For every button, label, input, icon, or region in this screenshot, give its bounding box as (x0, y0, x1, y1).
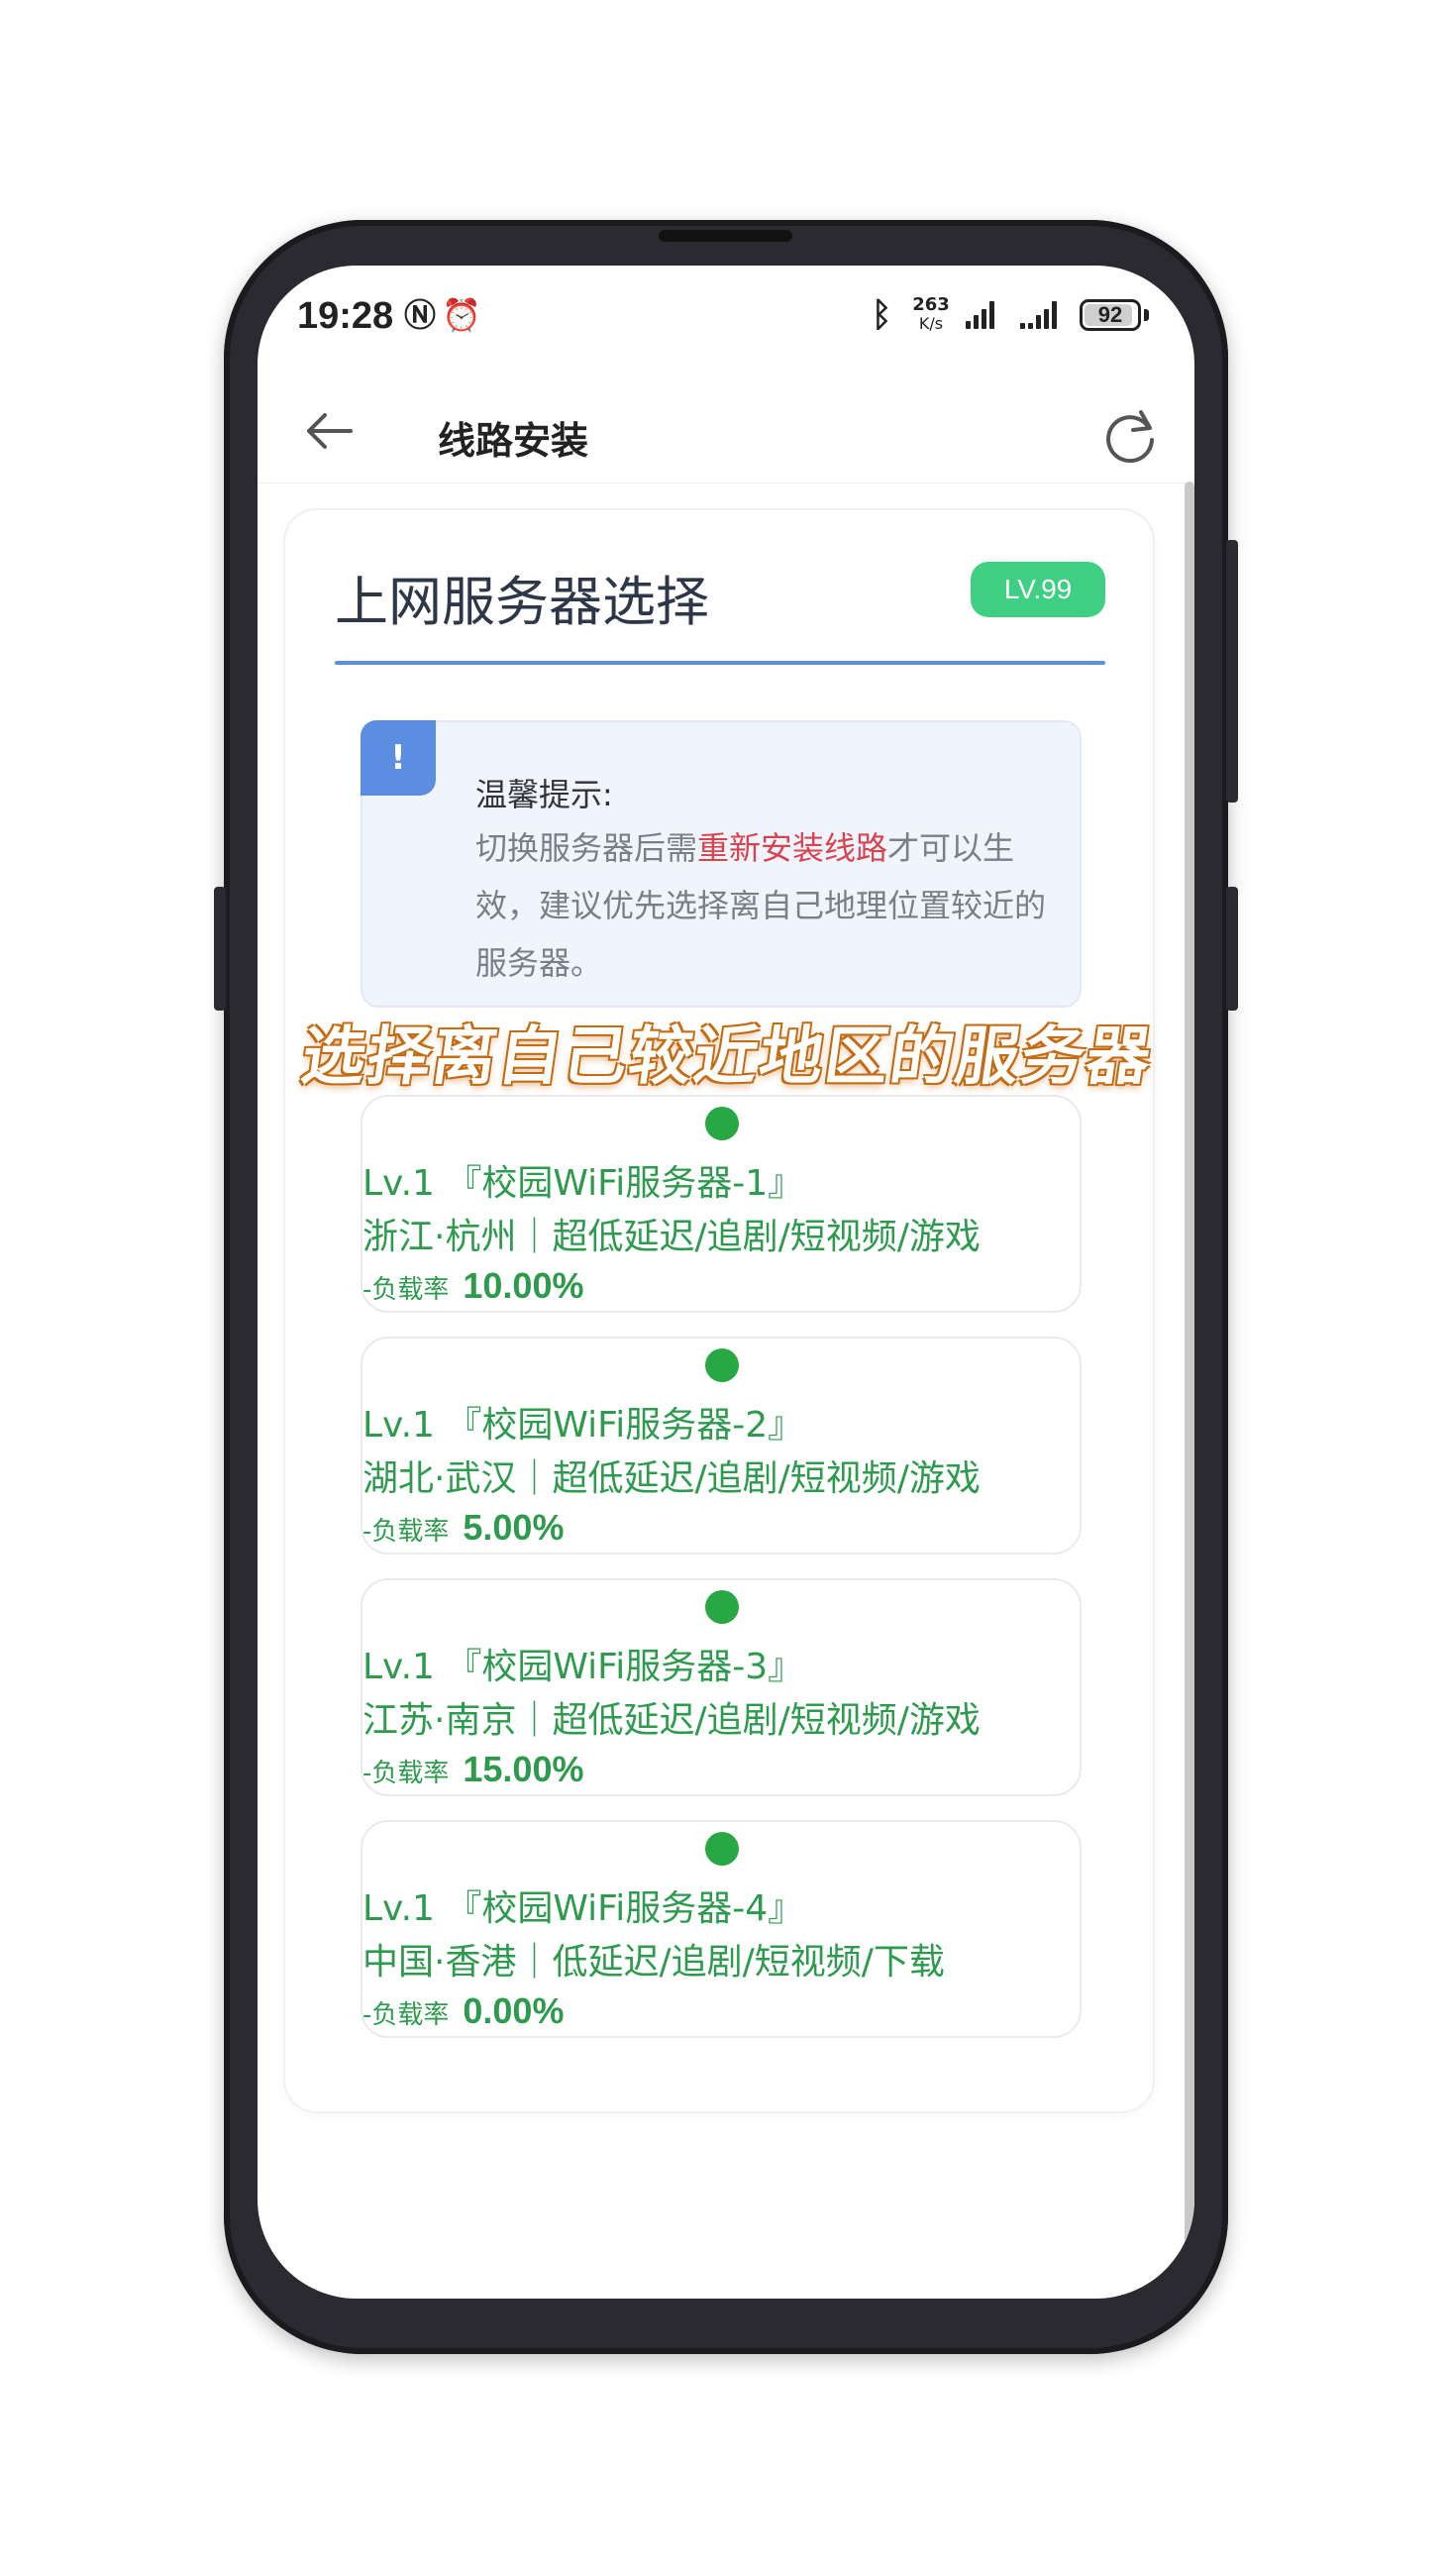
tip-title: 温馨提示: (475, 776, 613, 813)
server-name: Lv.1 『校园WiFi服务器-2』 (362, 1405, 804, 1446)
phone-volume-button (1226, 540, 1238, 803)
network-speed-value: 263 (912, 294, 950, 315)
status-bar: 19:28 Ⓝ ⏰ ᛒ 263 K/s 92 (258, 266, 1194, 375)
back-arrow-icon[interactable] (299, 406, 359, 456)
phone-power-button (1226, 887, 1238, 1011)
server-list: Lv.1 『校园WiFi服务器-1』 浙江·杭州｜超低延迟/追剧/短视频/游戏 … (361, 1095, 1082, 2062)
server-description: 湖北·武汉｜超低延迟/追剧/短视频/游戏 (362, 1458, 981, 1499)
caption-text: 选择离自己较近地区的服务器 (296, 1020, 1158, 1094)
app-bar: 线路安装 (258, 375, 1194, 483)
server-name: Lv.1 『校园WiFi服务器-1』 (362, 1163, 804, 1204)
server-selection-card: 上网服务器选择 LV.99 ! 温馨提示: 切换服务器后需重新安装线路才可以生效… (283, 508, 1155, 2113)
scrollbar[interactable] (1185, 482, 1194, 2245)
load-value: 10.00% (463, 1265, 584, 1306)
load-label: -负载率 (362, 1517, 450, 1547)
level-badge: LV.99 (971, 562, 1105, 617)
load-value: 15.00% (463, 1749, 584, 1789)
title-divider (335, 661, 1105, 665)
battery-icon: 92 (1080, 299, 1141, 331)
load-label: -负载率 (362, 2000, 450, 2030)
server-description: 江苏·南京｜超低延迟/追剧/短视频/游戏 (362, 1700, 981, 1741)
battery-level: 92 (1097, 302, 1123, 327)
server-description: 浙江·杭州｜超低延迟/追剧/短视频/游戏 (362, 1217, 981, 1257)
exclamation-icon: ! (361, 720, 436, 796)
network-speed-unit: K/s (918, 314, 944, 333)
bluetooth-icon: ᛒ (872, 295, 892, 335)
server-option-2[interactable]: Lv.1 『校园WiFi服务器-2』 湖北·武汉｜超低延迟/追剧/短视频/游戏 … (361, 1337, 1082, 1555)
tip-body-before: 切换服务器后需 (475, 829, 698, 867)
status-dot-icon (705, 1348, 739, 1382)
refresh-icon[interactable] (1099, 406, 1161, 468)
tip-body: 切换服务器后需重新安装线路才可以生效，建议优先选择离自己地理位置较近的服务器。 (475, 819, 1060, 992)
load-value: 5.00% (463, 1507, 565, 1548)
tip-body-highlight: 重新安装线路 (697, 829, 888, 867)
server-load: -负载率 0.00% (362, 1990, 564, 2032)
nfc-icon: Ⓝ (404, 296, 437, 334)
server-load: -负载率 15.00% (362, 1749, 584, 1790)
server-option-4[interactable]: Lv.1 『校园WiFi服务器-4』 中国·香港｜低延迟/追剧/短视频/下载 -… (361, 1820, 1082, 2038)
status-dot-icon (705, 1107, 739, 1140)
battery-tip (1144, 309, 1149, 321)
status-dot-icon (705, 1832, 739, 1866)
server-option-1[interactable]: Lv.1 『校园WiFi服务器-1』 浙江·杭州｜超低延迟/追剧/短视频/游戏 … (361, 1095, 1082, 1313)
server-load: -负载率 10.00% (362, 1265, 584, 1307)
status-dot-icon (705, 1590, 739, 1624)
network-speed: 263 K/s (911, 295, 951, 333)
alarm-icon: ⏰ (442, 296, 481, 334)
server-name: Lv.1 『校园WiFi服务器-3』 (362, 1647, 804, 1687)
status-time: 19:28 (297, 295, 394, 337)
server-name: Lv.1 『校园WiFi服务器-4』 (362, 1888, 804, 1929)
load-value: 0.00% (463, 1990, 565, 2031)
load-label: -负载率 (362, 1275, 450, 1305)
signal-icon-secondary (1020, 301, 1057, 329)
server-option-3[interactable]: Lv.1 『校园WiFi服务器-3』 江苏·南京｜超低延迟/追剧/短视频/游戏 … (361, 1578, 1082, 1796)
phone-earpiece (659, 230, 792, 242)
server-description: 中国·香港｜低延迟/追剧/短视频/下载 (362, 1942, 945, 1983)
server-load: -负载率 5.00% (362, 1507, 564, 1549)
load-label: -负载率 (362, 1759, 450, 1788)
caption-overlay: 选择离自己较近地区的服务器 (287, 1006, 1169, 1094)
page-title: 线路安装 (438, 419, 589, 463)
phone-side-button (214, 887, 226, 1011)
card-title: 上网服务器选择 (335, 571, 709, 633)
phone-screen: 19:28 Ⓝ ⏰ ᛒ 263 K/s 92 线路安装 上网服务器选择 LV.9 (258, 266, 1194, 2299)
signal-icon (966, 301, 994, 329)
